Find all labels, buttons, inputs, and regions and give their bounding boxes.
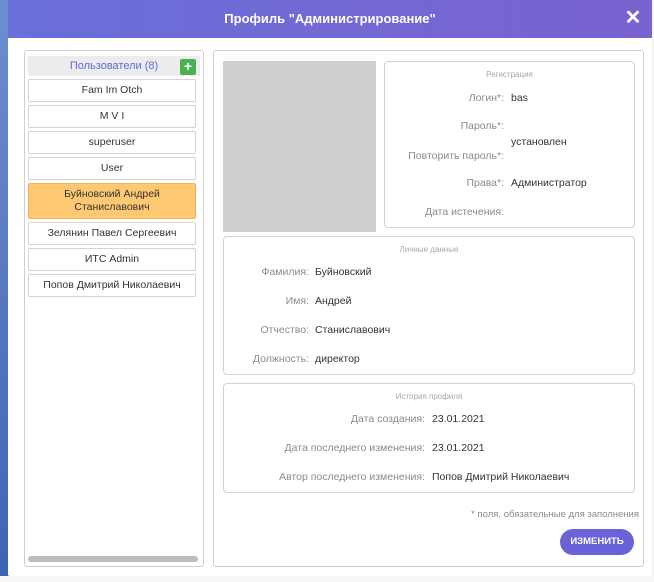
author-label: Автор последнего изменения:: [279, 471, 425, 483]
users-panel: Пользователи (8) + Fam Im Otch M V I sup…: [24, 50, 204, 567]
background-bottom: [0, 576, 654, 582]
user-list-item-selected[interactable]: Буйновский Андрей Станиславович: [28, 183, 196, 219]
profile-dialog: Профиль "Администрирование" ✕ Пользовате…: [8, 0, 652, 576]
created-value: 23.01.2021: [432, 413, 485, 425]
expiry-label: Дата истечения:: [424, 206, 504, 218]
patronymic-label: Отчество:: [260, 324, 309, 336]
modified-value: 23.01.2021: [432, 442, 485, 454]
history-section: История профиля Дата создания: 23.01.202…: [223, 383, 635, 493]
first-name-label: Имя:: [285, 295, 309, 307]
repeat-password-label: Повторить пароль*:: [408, 150, 504, 162]
user-list-item[interactable]: Попов Дмитрий Николаевич: [28, 274, 196, 297]
first-name-value[interactable]: Андрей: [315, 295, 351, 307]
add-user-button[interactable]: +: [180, 59, 196, 75]
user-photo[interactable]: [223, 61, 376, 232]
password-status: установлен: [511, 136, 567, 148]
surname-label: Фамилия:: [261, 266, 309, 278]
user-list-item[interactable]: User: [28, 157, 196, 180]
password-label: Пароль*:: [460, 120, 504, 132]
rights-label: Права*:: [466, 177, 504, 189]
user-list-item[interactable]: superuser: [28, 131, 196, 154]
position-label: Должность:: [252, 353, 309, 365]
users-scrollbar[interactable]: [28, 556, 198, 562]
registration-title: Регистрация: [486, 70, 533, 79]
registration-section: Регистрация Логин*: bas Пароль*: установ…: [384, 61, 635, 228]
modified-label: Дата последнего изменения:: [284, 442, 425, 454]
users-header-label: Пользователи (8): [69, 60, 159, 72]
background-left: [0, 0, 8, 582]
dialog-titlebar: Профиль "Администрирование" ✕: [8, 0, 652, 38]
dialog-title: Профиль "Администрирование": [224, 11, 436, 26]
required-fields-note: * поля, обязательные для заполнения: [471, 509, 639, 520]
author-value: Попов Дмитрий Николаевич: [432, 471, 570, 483]
login-label: Логин*:: [468, 92, 504, 104]
history-title: История профиля: [395, 392, 463, 401]
personal-title: Личные данные: [399, 245, 459, 254]
personal-section: Личные данные Фамилия: Буйновский Имя: А…: [223, 236, 635, 375]
position-value[interactable]: директор: [315, 353, 360, 365]
user-list-item[interactable]: Зелянин Павел Сергеевич: [28, 222, 196, 245]
user-list-item[interactable]: M V I: [28, 105, 196, 128]
edit-button[interactable]: ИЗМЕНИТЬ: [560, 529, 634, 555]
patronymic-value[interactable]: Станиславович: [315, 324, 390, 336]
close-icon[interactable]: ✕: [624, 8, 642, 28]
rights-value[interactable]: Администратор: [511, 177, 587, 189]
surname-value[interactable]: Буйновский: [315, 266, 371, 278]
user-list: Fam Im Otch M V I superuser User Буйновс…: [28, 79, 200, 300]
user-list-item[interactable]: ИТС Admin: [28, 248, 196, 271]
user-list-item[interactable]: Fam Im Otch: [28, 79, 196, 102]
created-label: Дата создания:: [350, 413, 425, 425]
login-value[interactable]: bas: [511, 92, 528, 104]
details-panel: Регистрация Логин*: bas Пароль*: установ…: [213, 50, 644, 567]
users-header: Пользователи (8) +: [28, 56, 200, 76]
